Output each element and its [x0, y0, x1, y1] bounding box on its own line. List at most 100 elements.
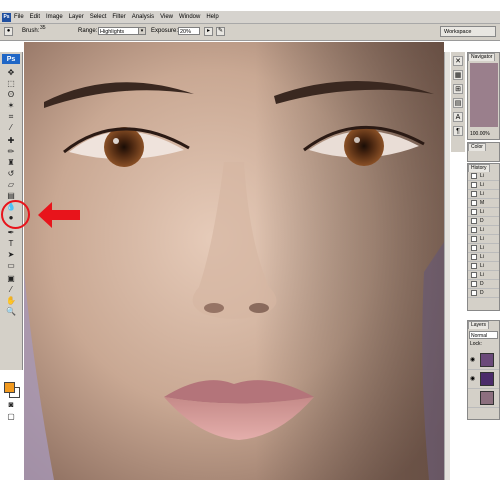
hand-tool-icon[interactable]: ✋: [6, 296, 16, 306]
menu-image[interactable]: Image: [46, 14, 63, 20]
blend-mode-value: Normal: [471, 333, 488, 339]
history-panel: History Li Li Li M Li D Li Li Li Li Li L…: [467, 163, 500, 311]
exposure-field[interactable]: 20%: [178, 27, 200, 35]
brushes-icon[interactable]: ▦: [453, 70, 463, 80]
shape-tool-icon[interactable]: ▭: [6, 261, 16, 271]
marquee-tool-icon[interactable]: ⬚: [6, 79, 16, 89]
menu-file[interactable]: File: [14, 14, 24, 20]
canvas-vertical-scrollbar[interactable]: [444, 52, 450, 480]
menu-layer[interactable]: Layer: [69, 14, 84, 20]
magic-wand-tool-icon[interactable]: ✶: [6, 101, 16, 111]
screen-mode-icon[interactable]: ▢: [6, 412, 16, 422]
clone-stamp-tool-icon[interactable]: ♜: [6, 158, 16, 168]
history-brush-tool-icon[interactable]: ↺: [6, 169, 16, 179]
layers-panel: Layers Normal Lock: ◉ ◉: [467, 320, 500, 420]
menu-select[interactable]: Select: [90, 14, 107, 20]
history-item[interactable]: M: [468, 199, 499, 208]
portrait-image: [24, 42, 444, 480]
menu-bar: Ps File Edit Image Layer Select Filter A…: [0, 11, 500, 24]
pen-tool-icon[interactable]: ✒: [6, 228, 16, 238]
history-item[interactable]: Li: [468, 181, 499, 190]
panel-icon-strip: ✕ ▦ ⊞ ▤ A ¶: [451, 52, 465, 152]
navigator-panel: Navigator 100.00%: [467, 52, 500, 140]
eraser-tool-icon[interactable]: ▱: [6, 180, 16, 190]
history-item[interactable]: Li: [468, 235, 499, 244]
eyedropper-tool-icon[interactable]: ⁄: [6, 123, 16, 133]
layer-row[interactable]: ◉: [468, 351, 499, 370]
history-icon[interactable]: ⊞: [453, 84, 463, 94]
exposure-slider-button[interactable]: ▸: [204, 27, 213, 36]
tab-navigator[interactable]: Navigator: [468, 53, 496, 61]
chevron-down-icon: ▾: [138, 28, 145, 34]
menu-edit[interactable]: Edit: [30, 14, 40, 20]
path-selection-tool-icon[interactable]: ➤: [6, 250, 16, 260]
tab-layers[interactable]: Layers: [468, 321, 490, 329]
history-item[interactable]: D: [468, 217, 499, 226]
layers-list: ◉ ◉: [468, 351, 499, 408]
range-label: Range:: [78, 28, 98, 34]
app-logo: Ps: [2, 12, 11, 22]
tab-color[interactable]: Color: [468, 143, 486, 151]
history-item[interactable]: Li: [468, 271, 499, 280]
exposure-value: 20%: [180, 29, 192, 35]
photoshop-logo: Ps: [2, 54, 20, 64]
color-panel: Color: [467, 142, 500, 162]
notes-tool-icon[interactable]: ▣: [6, 274, 16, 284]
character-icon[interactable]: A: [453, 112, 463, 122]
lasso-tool-icon[interactable]: ʘ: [6, 90, 16, 100]
history-item[interactable]: D: [468, 289, 499, 298]
paragraph-icon[interactable]: ¶: [453, 126, 463, 136]
range-value: Highlights: [100, 29, 125, 35]
history-item[interactable]: Li: [468, 190, 499, 199]
zoom-tool-icon[interactable]: 🔍: [6, 307, 16, 317]
menu-view[interactable]: View: [160, 14, 173, 20]
layer-thumbnail: [480, 353, 494, 367]
move-tool-icon[interactable]: ✥: [6, 68, 16, 78]
brush-size[interactable]: 35: [40, 25, 46, 31]
brush-tool-icon[interactable]: ✏: [6, 147, 16, 157]
type-tool-icon[interactable]: T: [6, 239, 16, 249]
history-item[interactable]: Li: [468, 262, 499, 271]
red-arrow-icon: [38, 202, 80, 228]
tools-icon[interactable]: ✕: [453, 56, 463, 66]
history-item[interactable]: Li: [468, 208, 499, 217]
exposure-label: Exposure:: [151, 28, 179, 34]
airbrush-toggle[interactable]: ✎: [216, 27, 225, 36]
eye-icon[interactable]: ◉: [470, 375, 475, 382]
history-item[interactable]: Li: [468, 172, 499, 181]
quick-mask-icon[interactable]: ◙: [6, 400, 16, 410]
layer-thumbnail: [480, 372, 494, 386]
layer-row[interactable]: ◉: [468, 370, 499, 389]
menu-window[interactable]: Window: [179, 14, 200, 20]
menu-filter[interactable]: Filter: [112, 14, 125, 20]
crop-tool-icon[interactable]: ⌗: [6, 112, 16, 122]
history-item[interactable]: Li: [468, 244, 499, 253]
navigator-thumbnail[interactable]: [470, 63, 498, 127]
layer-row[interactable]: [468, 389, 499, 408]
menu-help[interactable]: Help: [206, 14, 218, 20]
history-item[interactable]: Li: [468, 253, 499, 262]
history-item[interactable]: Li: [468, 226, 499, 235]
foreground-color-swatch[interactable]: [4, 382, 15, 393]
workspace-label: Workspace: [444, 29, 472, 35]
tab-history[interactable]: History: [468, 164, 490, 172]
workspace-menu[interactable]: Workspace: [440, 26, 496, 37]
tool-preset-picker[interactable]: ●: [4, 27, 13, 36]
photoshop-window: Ps File Edit Image Layer Select Filter A…: [0, 0, 500, 480]
eye-icon[interactable]: ◉: [470, 356, 475, 363]
highlight-circle: [1, 200, 30, 229]
options-bar: ● Brush: 35 Range: Highlights ▾ Exposure…: [0, 24, 500, 41]
brush-label: Brush:: [22, 28, 40, 34]
history-item[interactable]: D: [468, 280, 499, 289]
channels-icon[interactable]: ▤: [453, 98, 463, 108]
menu-analysis[interactable]: Analysis: [132, 14, 154, 20]
range-select[interactable]: Highlights ▾: [98, 27, 146, 35]
blend-mode-select[interactable]: Normal: [469, 331, 498, 339]
healing-brush-tool-icon[interactable]: ✚: [6, 136, 16, 146]
layer-thumbnail: [480, 391, 494, 405]
eyedropper-2-tool-icon[interactable]: ⁄: [6, 285, 16, 295]
lock-label: Lock:: [470, 341, 482, 347]
history-list: Li Li Li M Li D Li Li Li Li Li Li D D: [468, 172, 499, 298]
zoom-value[interactable]: 100.00%: [470, 131, 490, 137]
document-canvas[interactable]: [24, 42, 444, 480]
